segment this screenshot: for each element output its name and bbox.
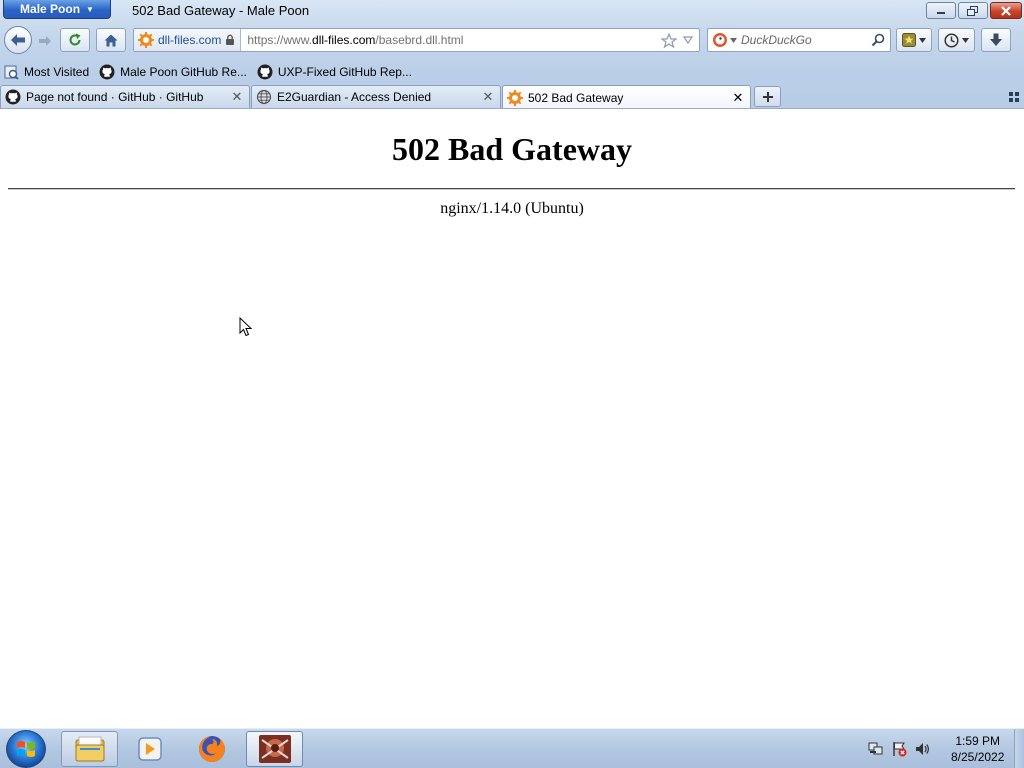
reload-button[interactable] [60,28,90,52]
tab-strip: Page not found · GitHub · GitHub ✕ E2Gua… [0,85,1024,109]
restore-button[interactable] [958,2,988,19]
app-avatar-icon [258,735,291,763]
url-text[interactable]: https://www.dll-files.com/basebrd.dll.ht… [241,33,661,47]
windows-logo-icon [17,741,35,757]
bookmark-male-poon-github[interactable]: Male Poon GitHub Re... [99,64,247,80]
site-identity-button[interactable]: dll-files.com [134,29,242,51]
url-path: /basebrd.dll.html [375,33,464,47]
url-domain: dll-files.com [312,33,376,47]
show-desktop-button[interactable] [1014,729,1024,768]
bookmark-label: Male Poon GitHub Re... [120,65,247,79]
bookmark-star-icon[interactable] [661,32,677,48]
navigation-toolbar: dll-files.com https://www.dll-files.com/… [0,24,1024,56]
toolbar-right [896,28,1011,52]
page-content: 502 Bad Gateway nginx/1.14.0 (Ubuntu) [0,108,1024,728]
bookmark-label: UXP-Fixed GitHub Rep... [277,65,412,79]
tab-github-page-not-found[interactable]: Page not found · GitHub · GitHub ✕ [0,85,250,108]
new-tab-button[interactable] [754,86,781,107]
server-signature: nginx/1.14.0 (Ubuntu) [440,200,584,217]
taskbar-explorer[interactable] [61,731,118,767]
window-title: 502 Bad Gateway - Male Poon [132,3,310,18]
lock-icon [226,34,235,45]
tab-label: E2Guardian - Access Denied [277,90,432,104]
dll-files-favicon-icon [138,32,154,48]
minimize-button[interactable] [926,2,956,19]
clock-date: 8/25/2022 [951,750,1005,764]
github-icon [257,64,273,80]
tab-close-icon[interactable]: ✕ [231,89,243,105]
url-prefix: https://www. [247,33,313,47]
taskbar-active-app[interactable] [246,731,303,767]
taskbar-clock[interactable]: 1:59 PM 8/25/2022 [951,733,1004,765]
most-visited-icon [4,65,19,80]
dll-files-favicon-icon [507,89,523,106]
home-button[interactable] [96,28,126,52]
bookmark-label: Most Visited [24,65,90,79]
tab-groups-button[interactable] [1009,91,1019,105]
url-history-dropdown-icon[interactable] [683,36,693,44]
url-bar[interactable]: dll-files.com https://www.dll-files.com/… [133,28,700,52]
reload-icon [69,33,81,46]
system-tray: 1:59 PM 8/25/2022 [862,729,1012,768]
search-engine-button[interactable] [708,32,741,48]
bookmarks-icon [902,33,916,47]
history-button[interactable] [938,28,975,52]
close-icon [1001,5,1011,16]
bookmarks-toolbar: Most Visited Male Poon GitHub Re... UXP-… [0,61,1024,83]
error-heading: 502 Bad Gateway [392,131,632,167]
app-menu-label: Male Poon [20,2,81,16]
tab-grid-icon [1009,92,1019,102]
plus-icon [762,91,773,102]
horizontal-rule [8,188,1015,190]
identity-host: dll-files.com [158,33,222,47]
github-icon [99,64,115,80]
forward-arrow-icon [39,36,51,46]
duckduckgo-icon [713,33,727,47]
start-button[interactable] [6,730,46,768]
window-controls [926,2,1022,19]
caret-down-icon [730,37,737,43]
taskbar-firefox[interactable] [183,731,240,767]
tab-close-icon[interactable]: ✕ [732,90,744,106]
home-icon [104,34,118,46]
caret-down-icon [919,37,926,43]
clock-history-icon [944,32,959,48]
mouse-pointer-icon [239,317,253,337]
tab-e2guardian[interactable]: E2Guardian - Access Denied ✕ [251,85,501,108]
firefox-icon [198,736,225,762]
bookmark-most-visited[interactable]: Most Visited [4,65,89,80]
forward-button[interactable] [32,31,58,51]
clock-time: 1:59 PM [955,734,1001,748]
search-input[interactable] [741,33,871,47]
network-icon[interactable] [868,741,884,757]
tab-label: Page not found · GitHub · GitHub [26,90,204,104]
downloads-button[interactable] [981,28,1011,52]
media-player-icon [137,737,162,761]
taskbar: 1:59 PM 8/25/2022 [0,728,1024,768]
search-icon[interactable] [871,33,885,47]
taskbar-media-player[interactable] [121,731,178,767]
minimize-icon [937,11,945,14]
search-bar[interactable] [707,28,891,52]
browser-chrome: Male Poon ▼ 502 Bad Gateway - Male Poon [0,0,1024,109]
action-center-flag-icon[interactable] [891,741,907,757]
tab-502-bad-gateway[interactable]: 502 Bad Gateway ✕ [502,85,751,109]
back-button[interactable] [4,26,32,54]
close-window-button[interactable] [990,2,1022,19]
globe-icon [256,89,272,105]
tab-close-icon[interactable]: ✕ [482,89,494,105]
restore-icon [967,5,978,16]
bookmark-uxp-fixed-github[interactable]: UXP-Fixed GitHub Rep... [257,64,412,80]
folder-icon [75,736,104,762]
caret-down-icon [962,37,969,43]
github-icon [5,89,21,105]
download-arrow-icon [990,33,1002,46]
tab-label: 502 Bad Gateway [528,90,624,105]
app-menu-button[interactable]: Male Poon ▼ [3,0,111,19]
caret-down-icon: ▼ [86,4,94,14]
bookmarks-menu-button[interactable] [896,28,932,52]
back-arrow-icon [11,34,25,46]
volume-icon[interactable] [914,741,930,757]
url-actions [661,32,699,48]
